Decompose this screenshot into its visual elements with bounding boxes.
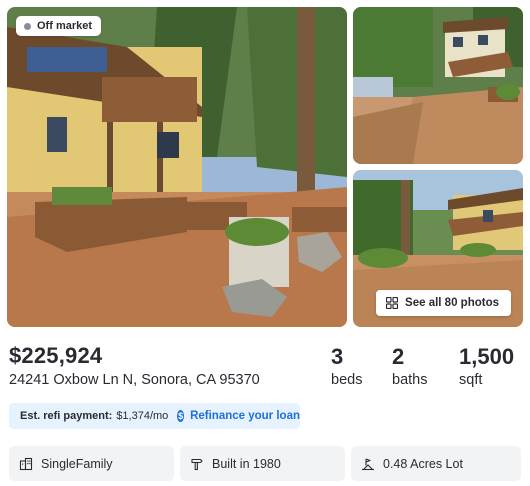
- status-dot-icon: [24, 22, 31, 30]
- baths-label: baths: [392, 372, 428, 388]
- refinance-banner: Est. refi payment: $1,374/mo $ Refinance…: [9, 403, 300, 429]
- fact-lot-size: 0.48 Acres Lot: [351, 446, 521, 481]
- status-badge-label: Off market: [37, 20, 93, 32]
- photo-gallery: Off market See all 80 photos: [7, 7, 523, 327]
- baths-stat: 2 baths: [392, 344, 427, 388]
- sqft-label: sqft: [459, 372, 483, 388]
- status-badge: Off market: [16, 16, 102, 36]
- listing-address: 24241 Oxbow Ln N, Sonora, CA 95370: [9, 372, 260, 388]
- listing-price: $225,924: [9, 343, 103, 368]
- fact-lot-size-label: 0.48 Acres Lot: [383, 456, 463, 471]
- secondary-photo[interactable]: [353, 7, 523, 164]
- beds-stat: 3 beds: [331, 344, 362, 388]
- beds-label: beds: [331, 372, 363, 388]
- fact-home-type-label: SingleFamily: [41, 456, 113, 471]
- sqft-stat: 1,500 sqft: [459, 344, 514, 388]
- grid-icon: [386, 297, 399, 309]
- fact-year-built: Built in 1980: [180, 446, 345, 481]
- fact-year-built-label: Built in 1980: [212, 456, 281, 471]
- sqft-value: 1,500: [459, 344, 515, 369]
- beds-value: 3: [331, 344, 344, 369]
- main-photo[interactable]: Off market: [7, 7, 347, 327]
- fact-home-type: SingleFamily: [9, 446, 174, 481]
- baths-value: 2: [392, 344, 405, 369]
- building-icon: [19, 457, 33, 470]
- refi-payment-label: Est. refi payment:: [20, 410, 113, 422]
- lot-icon: [362, 457, 374, 470]
- third-photo[interactable]: See all 80 photos: [353, 170, 523, 327]
- hammer-icon: [191, 458, 203, 470]
- dollar-icon: $: [177, 410, 185, 422]
- see-all-photos-label: See all 80 photos: [405, 297, 499, 309]
- refinance-loan-link[interactable]: Refinance your loan: [190, 410, 300, 422]
- refi-payment-amount: $1,374/mo: [116, 410, 169, 422]
- see-all-photos-button[interactable]: See all 80 photos: [376, 290, 511, 316]
